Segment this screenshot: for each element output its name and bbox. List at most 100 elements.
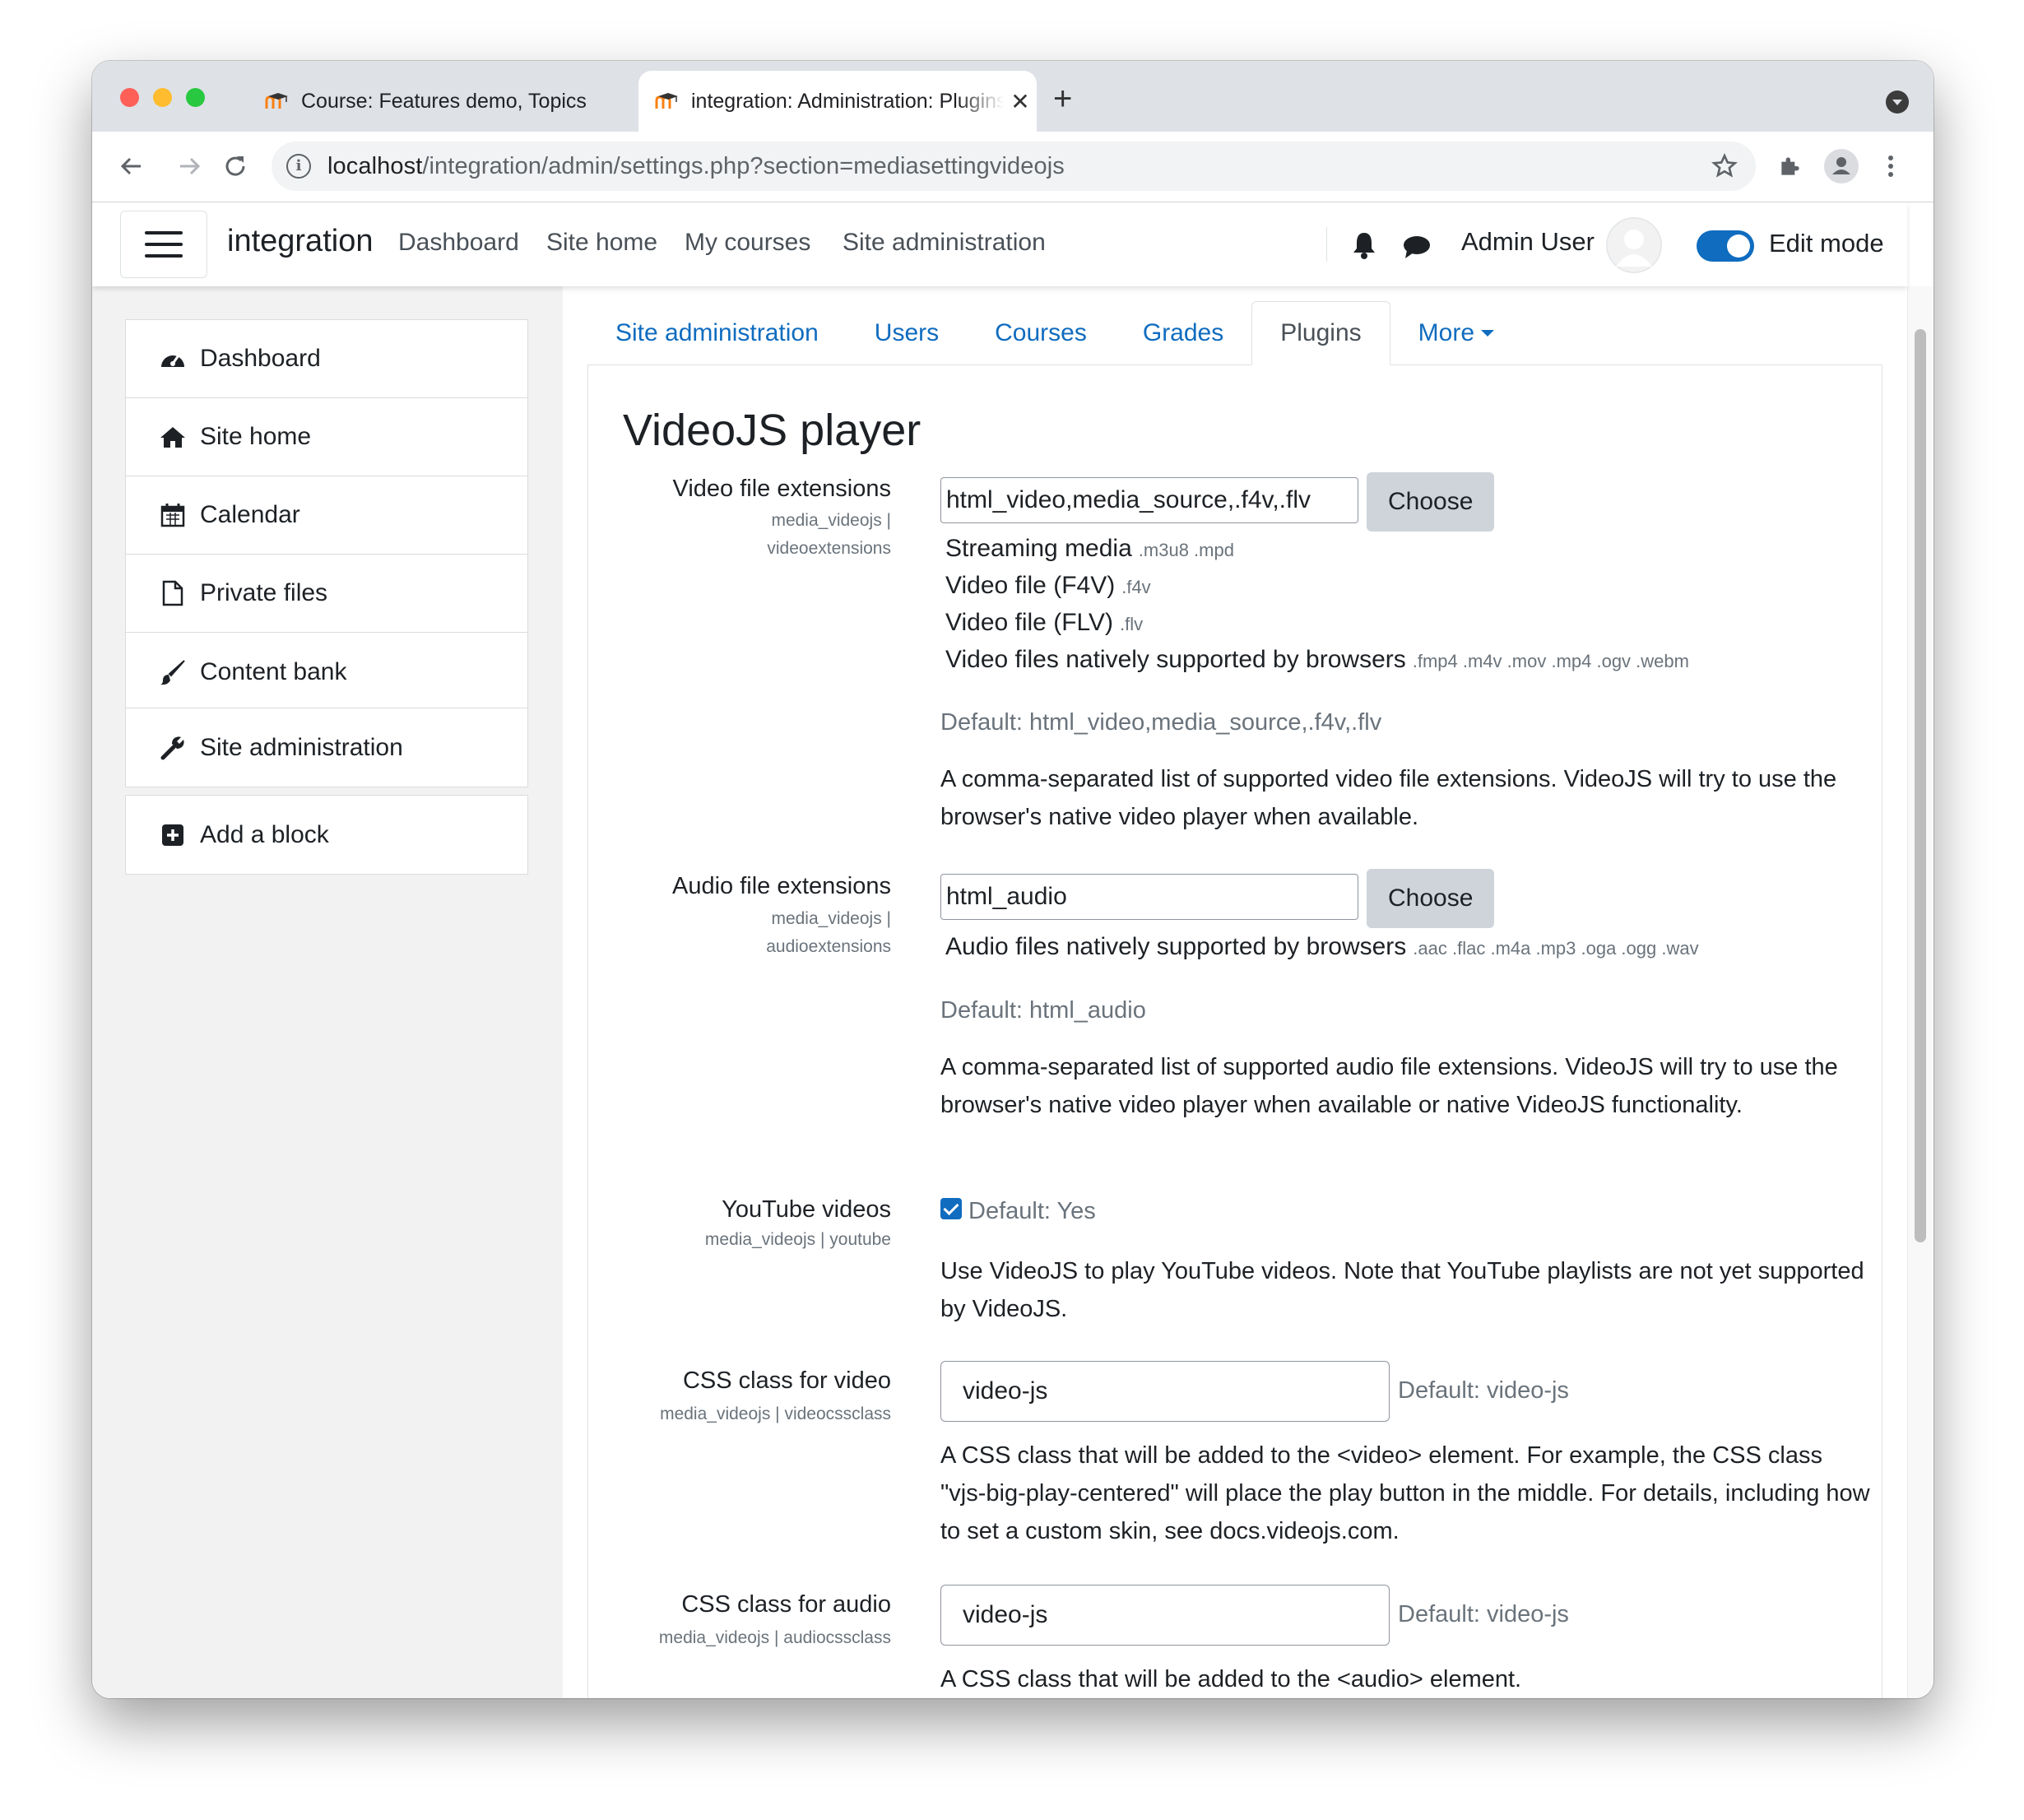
audio-extensions-input[interactable]: html_audio	[940, 874, 1358, 920]
nav-link-site-administration[interactable]: Site administration	[843, 229, 1046, 257]
tab-grades[interactable]: Grades	[1115, 301, 1251, 365]
video-css-description: A CSS class that will be added to the <v…	[940, 1442, 1870, 1544]
navbar-divider	[1326, 227, 1327, 262]
audio-type-native: Audio files natively supported by browse…	[945, 933, 1699, 960]
profile-icon[interactable]	[1823, 148, 1859, 184]
site-info-icon[interactable]	[286, 154, 311, 179]
moodle-favicon-icon	[655, 91, 680, 112]
drawer-item-dashboard[interactable]: Dashboard	[126, 320, 527, 398]
wrench-icon	[159, 734, 187, 762]
video-css-default: Default: video-js	[1398, 1377, 1569, 1404]
paint-brush-icon	[159, 658, 187, 686]
video-css-input[interactable]: video-js	[940, 1361, 1390, 1422]
back-arrow-icon[interactable]	[114, 148, 150, 184]
edit-mode-toggle[interactable]	[1697, 230, 1754, 262]
video-extensions-input[interactable]: html_video,media_source,.f4v,.flv	[940, 477, 1358, 523]
edit-mode-label: Edit mode	[1769, 229, 1884, 258]
moodle-navbar: integration Dashboard Site home My cours…	[92, 202, 1907, 286]
drawer-item-private-files[interactable]: Private files	[126, 555, 527, 633]
youtube-setting-name: media_videojs | youtube	[704, 1230, 891, 1249]
administration-block: Site administration	[125, 708, 528, 787]
file-icon	[159, 579, 187, 607]
close-window-button[interactable]	[120, 88, 139, 107]
browser-menu-kebab-icon[interactable]	[1873, 148, 1909, 184]
user-menu-name[interactable]: Admin User	[1461, 227, 1595, 257]
video-extensions-description: A comma-separated list of supported vide…	[940, 766, 1837, 830]
video-type-streaming: Streaming media .m3u8 .mpd	[945, 535, 1234, 562]
messages-chat-icon[interactable]	[1402, 234, 1432, 264]
video-type-native: Video files natively supported by browse…	[945, 646, 1689, 673]
home-icon	[159, 423, 187, 451]
user-avatar[interactable]	[1606, 217, 1662, 273]
audio-css-setting-name: media_videojs | audiocssclass	[658, 1628, 891, 1647]
video-css-setting-name: media_videojs | videocssclass	[660, 1404, 891, 1423]
drawer-item-label: Content bank	[200, 657, 347, 685]
new-tab-plus-icon[interactable]: +	[1053, 82, 1072, 115]
audio-extensions-setting-name: media_videojs | audioextensions	[766, 909, 891, 956]
video-type-f4v: Video file (F4V) .f4v	[945, 572, 1151, 599]
audio-css-label: CSS class for audio	[681, 1591, 891, 1618]
browser-window: Course: Features demo, Topics ✕ integrat…	[92, 61, 1933, 1698]
drawer-item-label: Calendar	[200, 501, 300, 528]
tab-courses[interactable]: Courses	[967, 301, 1115, 365]
tab-plugins[interactable]: Plugins	[1251, 301, 1390, 365]
drawer-item-label: Private files	[200, 579, 328, 606]
audio-css-default: Default: video-js	[1398, 1601, 1569, 1627]
audio-extensions-choose-button[interactable]: Choose	[1367, 869, 1495, 928]
nav-link-site-home[interactable]: Site home	[546, 229, 657, 257]
tab-users[interactable]: Users	[847, 301, 967, 365]
tab-search-chevron-icon[interactable]	[1886, 91, 1909, 114]
caret-down-icon	[1481, 330, 1495, 337]
video-extensions-label: Video file extensions	[672, 476, 891, 502]
audio-extensions-description: A comma-separated list of supported audi…	[940, 1054, 1838, 1118]
extensions-puzzle-icon[interactable]	[1772, 148, 1808, 184]
zoom-window-button[interactable]	[186, 88, 205, 107]
tab-more[interactable]: More	[1390, 301, 1522, 365]
tab-site-administration[interactable]: Site administration	[587, 301, 847, 365]
drawer-item-site-home[interactable]: Site home	[126, 398, 527, 476]
close-tab-icon[interactable]: ✕	[1004, 88, 1037, 115]
tab-title: Course: Features demo, Topics	[301, 89, 587, 113]
bookmark-star-icon[interactable]	[1706, 148, 1743, 184]
browser-tab-admin[interactable]: integration: Administration: Plugins ✕	[638, 71, 1037, 132]
drawer-item-content-bank[interactable]: Content bank	[126, 633, 527, 711]
page-scrollbar[interactable]	[1907, 286, 1933, 1698]
settings-card: VideoJS player Video file extensions med…	[587, 364, 1882, 1698]
audio-extensions-label: Audio file extensions	[672, 873, 891, 899]
browser-toolbar: localhost/integration/admin/settings.php…	[92, 132, 1933, 202]
minimize-window-button[interactable]	[153, 88, 172, 107]
drawer-toggle-hamburger-icon[interactable]	[120, 211, 207, 278]
youtube-default: Default: Yes	[968, 1198, 1096, 1224]
drawer-item-label: Site administration	[200, 733, 403, 761]
reload-icon[interactable]	[217, 148, 253, 184]
drawer-item-label: Site home	[200, 423, 312, 450]
plus-square-icon	[159, 821, 187, 849]
video-extensions-default: Default: html_video,media_source,.f4v,.f…	[940, 709, 1382, 736]
moodle-favicon-icon	[265, 91, 290, 112]
notifications-bell-icon[interactable]	[1351, 230, 1377, 264]
secondary-navigation: Site administration Users Courses Grades…	[587, 301, 1522, 365]
address-bar[interactable]: localhost/integration/admin/settings.php…	[272, 142, 1756, 191]
page-viewport: integration Dashboard Site home My cours…	[92, 202, 1933, 1698]
add-block-block: Add a block	[125, 795, 528, 875]
nav-link-dashboard[interactable]: Dashboard	[398, 229, 519, 257]
youtube-checkbox[interactable]	[940, 1198, 962, 1219]
youtube-description: Use VideoJS to play YouTube videos. Note…	[940, 1258, 1864, 1322]
add-a-block-button[interactable]: Add a block	[126, 796, 527, 874]
video-extensions-choose-button[interactable]: Choose	[1367, 472, 1495, 532]
scrollbar-thumb[interactable]	[1915, 329, 1926, 1242]
site-brand[interactable]: integration	[227, 224, 373, 259]
drawer-item-site-administration[interactable]: Site administration	[126, 708, 527, 787]
forward-arrow-icon[interactable]	[171, 148, 207, 184]
tab-title: integration: Administration: Plugins	[691, 89, 1004, 113]
drawer-item-calendar[interactable]: Calendar	[126, 476, 527, 555]
video-extensions-setting-name: media_videojs | videoextensions	[767, 511, 891, 558]
drawer-item-label: Add a block	[200, 820, 329, 848]
nav-link-my-courses[interactable]: My courses	[685, 229, 810, 257]
youtube-label: YouTube videos	[722, 1196, 891, 1223]
audio-extensions-default: Default: html_audio	[940, 997, 1146, 1024]
video-type-flv: Video file (FLV) .flv	[945, 609, 1144, 636]
calendar-icon	[159, 501, 187, 529]
dashboard-gauge-icon	[159, 345, 187, 373]
audio-css-input[interactable]: video-js	[940, 1585, 1390, 1646]
